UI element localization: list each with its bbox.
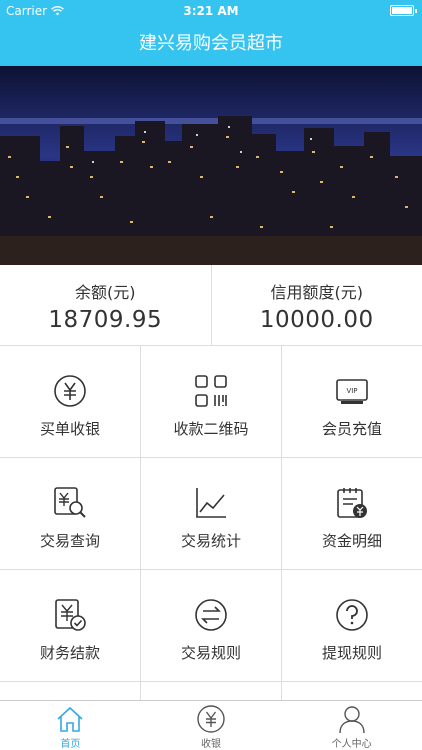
- status-time: 3:21 AM: [183, 4, 239, 18]
- qr-code-label: 收款二维码: [173, 420, 249, 438]
- tab-profile-label: 个人中心: [331, 739, 372, 750]
- credit-label: 信用额度(元): [270, 283, 364, 302]
- page-title: 建兴易购会员超市: [139, 33, 283, 54]
- transaction-query-label: 交易查询: [39, 532, 100, 550]
- ledger-yuan-icon: [337, 488, 367, 518]
- grid-partial-tile: [141, 682, 282, 700]
- tab-profile[interactable]: 个人中心: [281, 701, 422, 750]
- tab-cashier-label: 收银: [201, 739, 221, 750]
- checkout-label: 买单收银: [39, 420, 100, 438]
- credit-cell: 信用额度(元) 10000.00: [210, 265, 422, 345]
- grid-partial-tile: [0, 682, 141, 700]
- nav-bar: 建兴易购会员超市: [0, 22, 422, 66]
- credit-value: 10000.00: [259, 307, 374, 333]
- yuan-circle-icon: [197, 705, 225, 733]
- balance-label: 余额(元): [75, 283, 136, 302]
- transaction-query-button[interactable]: 交易查询: [0, 458, 141, 570]
- member-recharge-button[interactable]: VIP 会员充值: [282, 346, 422, 458]
- transaction-stats-label: 交易统计: [180, 532, 241, 550]
- balance-summary: 余额(元) 18709.95 信用额度(元) 10000.00: [0, 265, 422, 346]
- tab-bar: 首页 收银 个人中心: [0, 700, 422, 750]
- member-recharge-label: 会员充值: [321, 420, 382, 438]
- banner-image: [0, 66, 422, 265]
- tab-cashier[interactable]: 收银: [141, 701, 282, 750]
- battery-icon: [390, 5, 417, 16]
- settlement-check-icon: [55, 599, 86, 631]
- qr-code-icon: [195, 375, 227, 407]
- transaction-stats-button[interactable]: 交易统计: [141, 458, 282, 570]
- status-bar: Carrier 3:21 AM: [0, 0, 422, 22]
- transaction-rules-label: 交易规则: [180, 644, 241, 662]
- yuan-circle-icon: [54, 375, 86, 407]
- grid-partial-tile: [282, 682, 422, 700]
- svg-text:VIP: VIP: [346, 387, 357, 395]
- transaction-rules-button[interactable]: 交易规则: [141, 570, 282, 682]
- withdrawal-rules-button[interactable]: 提现规则: [282, 570, 422, 682]
- tab-home[interactable]: 首页: [0, 701, 141, 750]
- financial-settlement-label: 财务结款: [39, 644, 100, 662]
- home-icon: [57, 706, 83, 732]
- vip-card-icon: VIP: [336, 379, 368, 404]
- fund-details-button[interactable]: 资金明细: [282, 458, 422, 570]
- balance-value: 18709.95: [48, 307, 163, 333]
- exchange-arrows-icon: [195, 599, 227, 631]
- checkout-button[interactable]: 买单收银: [0, 346, 141, 458]
- question-circle-icon: [336, 599, 368, 631]
- fund-details-label: 资金明细: [321, 532, 382, 550]
- qr-code-button[interactable]: 收款二维码: [141, 346, 282, 458]
- financial-settlement-button[interactable]: 财务结款: [0, 570, 141, 682]
- person-icon: [338, 706, 365, 734]
- function-grid: 买单收银 收款二维码 VIP 会员充值 交易查询 交易统计 资金明细 财务结款 …: [0, 346, 422, 700]
- withdrawal-rules-label: 提现规则: [321, 644, 382, 662]
- line-chart-icon: [196, 488, 226, 518]
- search-yuan-icon: [54, 487, 86, 518]
- tab-home-label: 首页: [60, 739, 81, 750]
- balance-cell: 余额(元) 18709.95: [0, 265, 211, 345]
- city-skyline-illustration: [0, 66, 422, 265]
